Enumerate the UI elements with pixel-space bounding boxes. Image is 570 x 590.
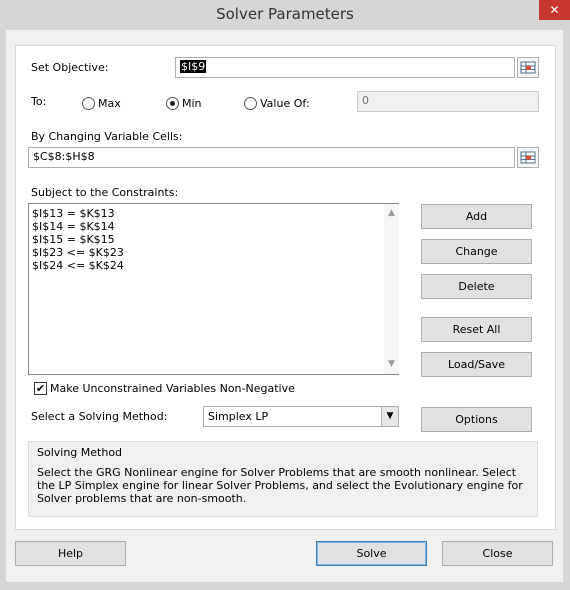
- to-label: To:: [31, 95, 47, 108]
- solving-method-description: Select the GRG Nonlinear engine for Solv…: [37, 466, 523, 505]
- chevron-down-icon[interactable]: ▼: [381, 407, 398, 426]
- solving-method-value: Simplex LP: [208, 410, 269, 423]
- title-bar: Solver Parameters ✕: [0, 0, 570, 30]
- delete-button[interactable]: Delete: [421, 274, 532, 299]
- constraints-scrollbar[interactable]: ▲ ▼: [384, 204, 399, 374]
- window-border-right: [563, 30, 570, 590]
- change-button[interactable]: Change: [421, 239, 532, 264]
- max-radio[interactable]: [82, 97, 95, 110]
- constraints-label: Subject to the Constraints:: [31, 186, 179, 199]
- solving-method-select[interactable]: Simplex LP ▼: [203, 406, 399, 427]
- load-save-button[interactable]: Load/Save: [421, 352, 532, 377]
- value-of-radio-label[interactable]: Value Of:: [260, 97, 310, 110]
- nonnegative-label[interactable]: Make Unconstrained Variables Non-Negativ…: [50, 382, 295, 395]
- help-button[interactable]: Help: [15, 541, 126, 566]
- objective-label: Set Objective:: [31, 61, 109, 74]
- window-close-button[interactable]: ✕: [539, 0, 570, 20]
- solving-method-group: Solving Method Select the GRG Nonlinear …: [28, 441, 538, 517]
- add-button[interactable]: Add: [421, 204, 532, 229]
- objective-range-select-button[interactable]: [517, 57, 539, 78]
- max-radio-label[interactable]: Max: [98, 97, 121, 110]
- changing-cells-input[interactable]: $C$8:$H$8: [28, 147, 515, 168]
- options-button[interactable]: Options: [421, 407, 532, 432]
- range-select-icon: [520, 151, 536, 164]
- scroll-down-icon[interactable]: ▼: [384, 357, 399, 372]
- window-border-left: [0, 30, 6, 590]
- changing-range-select-button[interactable]: [517, 147, 539, 168]
- value-of-input[interactable]: 0: [357, 91, 539, 112]
- range-select-icon: [520, 61, 536, 74]
- objective-value: $I$9: [180, 60, 207, 73]
- reset-all-button[interactable]: Reset All: [421, 317, 532, 342]
- objective-input[interactable]: $I$9: [175, 57, 515, 78]
- close-button[interactable]: Close: [442, 541, 553, 566]
- solve-button[interactable]: Solve: [316, 541, 427, 566]
- constraint-item[interactable]: $I$24 <= $K$24: [32, 259, 124, 272]
- min-radio[interactable]: [166, 97, 179, 110]
- constraint-item[interactable]: $I$14 = $K$14: [32, 220, 115, 233]
- solver-dialog: Solver Parameters ✕ Set Objective: $I$9 …: [0, 0, 570, 590]
- min-radio-dot: [170, 101, 175, 106]
- min-radio-label[interactable]: Min: [182, 97, 202, 110]
- constraint-item[interactable]: $I$13 = $K$13: [32, 207, 115, 220]
- solving-method-group-title: Solving Method: [37, 446, 123, 459]
- window-border-bottom: [0, 582, 570, 590]
- constraint-item[interactable]: $I$15 = $K$15: [32, 233, 115, 246]
- constraints-list[interactable]: $I$13 = $K$13 $I$14 = $K$14 $I$15 = $K$1…: [28, 203, 399, 375]
- scroll-up-icon[interactable]: ▲: [384, 206, 399, 221]
- value-of-radio[interactable]: [244, 97, 257, 110]
- changing-cells-label: By Changing Variable Cells:: [31, 130, 183, 143]
- window-title: Solver Parameters: [216, 5, 354, 23]
- nonnegative-checkbox[interactable]: ✔: [34, 382, 47, 395]
- constraint-item[interactable]: $I$23 <= $K$23: [32, 246, 124, 259]
- solving-method-label: Select a Solving Method:: [31, 410, 168, 423]
